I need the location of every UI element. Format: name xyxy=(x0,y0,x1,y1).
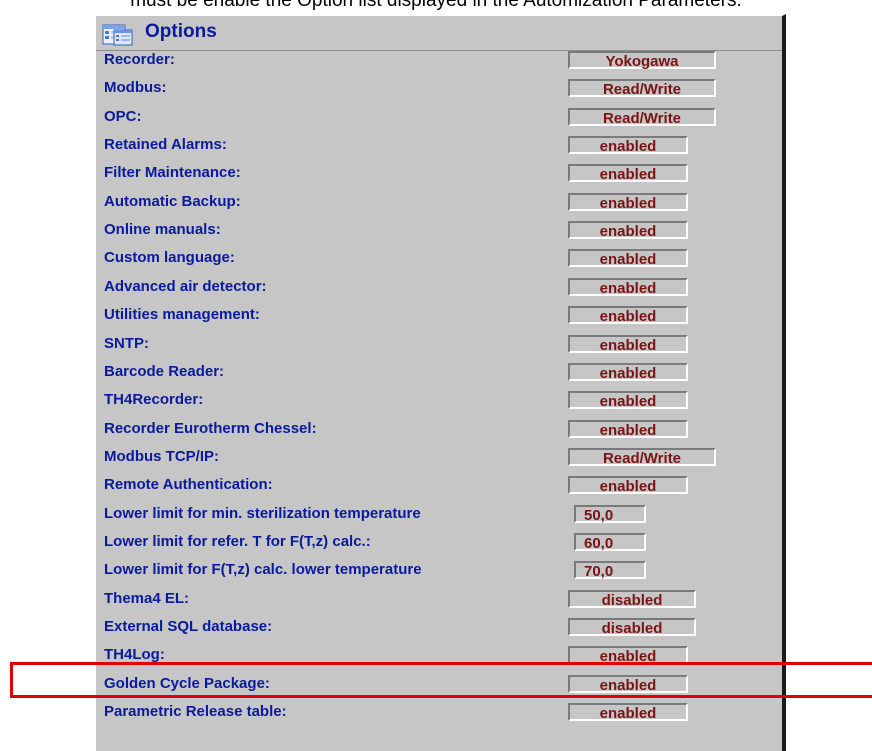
options-panel-header: Options xyxy=(96,16,782,51)
option-value-field[interactable]: enabled xyxy=(568,164,688,183)
options-panel: Options Recorder: Yokogawa Modbus: Read/Wri… xyxy=(94,14,786,751)
option-value-field[interactable]: enabled xyxy=(568,136,688,155)
option-value-field[interactable]: enabled xyxy=(568,277,688,297)
option-row: Lower limit for F(T,z) calc. lower tempe… xyxy=(96,557,782,584)
option-label: Parametric Release table: xyxy=(104,703,287,721)
option-value-field[interactable]: enabled xyxy=(568,476,688,495)
option-row: Retained Alarms: enabled xyxy=(96,132,782,159)
option-label: Thema4 EL: xyxy=(104,589,190,607)
option-label: Retained Alarms: xyxy=(104,136,227,154)
option-label: Modbus TCP/IP: xyxy=(104,447,219,465)
option-row: Advanced air detector: enabled xyxy=(96,274,782,301)
option-label: Custom language: xyxy=(104,249,235,267)
option-row: Remote Authentication: enabled xyxy=(96,472,782,499)
option-label: Barcode Reader: xyxy=(104,362,225,380)
option-label: Recorder: xyxy=(104,51,175,68)
top-caption-text: must be enable the Option list displayed… xyxy=(130,0,742,11)
option-label: Remote Authentication: xyxy=(104,476,273,494)
option-row: OPC: Read/Write xyxy=(96,104,782,131)
option-value-field[interactable]: Read/Write xyxy=(568,79,716,98)
option-row: Custom language: enabled xyxy=(96,245,782,272)
option-row: Thema4 EL: disabled xyxy=(96,586,782,613)
option-value-field[interactable]: 50,0 xyxy=(574,504,646,524)
option-value-field[interactable]: disabled xyxy=(568,589,696,609)
option-value-field[interactable]: Read/Write xyxy=(568,107,716,127)
option-label: Lower limit for refer. T for F(T,z) calc… xyxy=(104,532,371,550)
option-value-field[interactable]: enabled xyxy=(568,221,688,240)
option-value-field[interactable]: Yokogawa xyxy=(568,51,716,70)
option-value-field[interactable]: enabled xyxy=(568,646,688,665)
option-label: Filter Maintenance: xyxy=(104,164,241,182)
option-value-field[interactable]: enabled xyxy=(568,362,688,382)
option-row: TH4Recorder: enabled xyxy=(96,387,782,414)
option-value-field[interactable]: disabled xyxy=(568,618,696,637)
option-row: Parametric Release table: enabled xyxy=(96,699,782,726)
option-row: SNTP: enabled xyxy=(96,331,782,358)
option-label: Modbus: xyxy=(104,79,167,97)
option-row: Filter Maintenance: enabled xyxy=(96,160,782,187)
option-row: Recorder Eurotherm Chessel: enabled xyxy=(96,416,782,443)
option-value-field[interactable]: enabled xyxy=(568,334,688,354)
option-row: Recorder: Yokogawa xyxy=(96,47,782,74)
option-label: Online manuals: xyxy=(104,221,221,239)
option-value-field[interactable]: enabled xyxy=(568,419,688,439)
option-label: SNTP: xyxy=(104,334,149,352)
option-value-field[interactable]: enabled xyxy=(568,391,688,410)
option-label: Lower limit for min. sterilization tempe… xyxy=(104,504,421,522)
option-value-field[interactable]: enabled xyxy=(568,249,688,268)
option-label: Advanced air detector: xyxy=(104,277,267,295)
option-label: Automatic Backup: xyxy=(104,192,241,210)
option-row: Lower limit for refer. T for F(T,z) calc… xyxy=(96,529,782,556)
option-row: Utilities management: enabled xyxy=(96,302,782,329)
option-value-field[interactable]: 70,0 xyxy=(574,561,646,580)
option-label: Golden Cycle Package: xyxy=(104,674,270,692)
option-label: Utilities management: xyxy=(104,306,260,324)
option-value-field[interactable]: enabled xyxy=(568,703,688,722)
option-row: Lower limit for min. sterilization tempe… xyxy=(96,501,782,528)
option-label: TH4Log: xyxy=(104,646,165,664)
option-label: Lower limit for F(T,z) calc. lower tempe… xyxy=(104,561,422,579)
option-value-field[interactable]: enabled xyxy=(568,192,688,212)
option-label: OPC: xyxy=(104,107,142,125)
option-label: External SQL database: xyxy=(104,618,273,635)
option-row: Automatic Backup: enabled xyxy=(96,189,782,216)
panel-title: Options xyxy=(145,21,217,42)
option-row: Modbus: Read/Write xyxy=(96,75,782,102)
option-row: Golden Cycle Package: enabled xyxy=(96,671,782,698)
option-row: External SQL database: disabled xyxy=(96,614,782,641)
option-label: Recorder Eurotherm Chessel: xyxy=(104,419,317,437)
option-label: TH4Recorder: xyxy=(104,391,204,409)
option-row: Modbus TCP/IP: Read/Write xyxy=(96,444,782,471)
option-value-field[interactable]: 60,0 xyxy=(574,532,646,552)
option-value-field[interactable]: enabled xyxy=(568,674,688,694)
option-value-field[interactable]: Read/Write xyxy=(568,447,716,467)
option-row: Online manuals: enabled xyxy=(96,217,782,244)
options-window-icon xyxy=(102,22,134,46)
option-row: Barcode Reader: enabled xyxy=(96,359,782,386)
option-value-field[interactable]: enabled xyxy=(568,306,688,325)
option-row: TH4Log: enabled xyxy=(96,642,782,669)
